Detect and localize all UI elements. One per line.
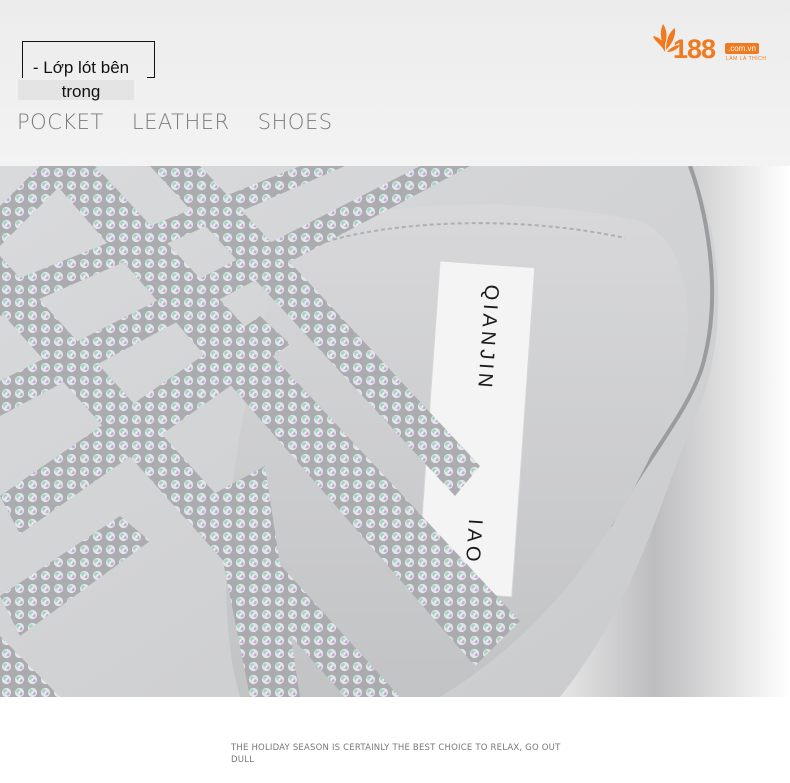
section-label: - Lớp lót bên trong <box>32 58 130 101</box>
footer-caption: THE HOLIDAY SEASON IS CERTAINLY THE BEST… <box>231 743 561 765</box>
shoe-closeup-image: QIANJIN IAO <box>0 166 790 697</box>
subtitle-word-pocket: POCKET <box>17 110 104 134</box>
subtitle-word-shoes: SHOES <box>257 110 333 134</box>
logo-number: 188 <box>673 34 716 64</box>
subtitle-word-leather: LEATHER <box>131 110 230 134</box>
logo-tagline: LÀM LÀ THÍCH <box>726 56 767 62</box>
logo-domain: .com.vn <box>725 43 760 54</box>
product-subtitle: POCKET LEATHER SHOES <box>17 110 354 134</box>
brand-logo[interactable]: 188 .com.vn LÀM LÀ THÍCH <box>651 22 775 72</box>
product-photo: QIANJIN IAO <box>0 166 790 697</box>
insole-brand-text-end: IAO <box>461 518 486 566</box>
